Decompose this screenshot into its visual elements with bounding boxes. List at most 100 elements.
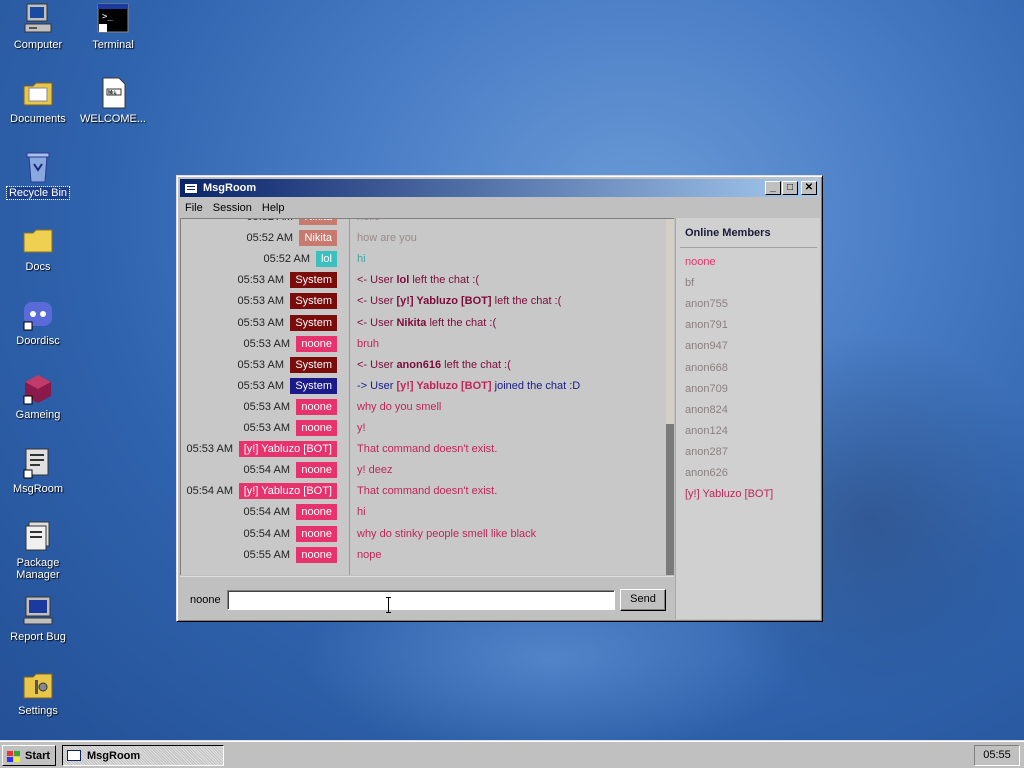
start-label: Start [25,749,51,762]
desktop-icon-doordisc[interactable]: Doordisc [0,298,76,347]
desktop-icon-settings[interactable]: Settings [0,668,76,717]
desktop-icon-label: Terminal [92,39,134,51]
member-item[interactable]: anon947 [685,340,728,352]
member-item[interactable]: anon755 [685,298,728,310]
minimize-button[interactable]: _ [765,181,781,195]
menu-session[interactable]: Session [208,202,257,214]
message-text: nope [357,549,381,561]
message-username-badge[interactable]: noone [296,504,337,521]
folder-documents-icon [21,76,55,110]
recycle-bin-icon [21,150,55,184]
send-button[interactable]: Send [620,589,666,611]
chat-log[interactable]: 05:52 AM Nikita hello 05:52 AM Nikita how are… [180,218,674,575]
message-username-badge[interactable]: [y!] Yabluzo [BOT] [238,441,337,458]
member-item[interactable]: [y!] Yabluzo [BOT] [685,488,773,500]
message-username-badge[interactable]: System [290,314,337,331]
start-button[interactable]: Start [2,745,56,766]
member-item[interactable]: anon791 [685,319,728,331]
message-username-badge[interactable]: System [290,377,337,394]
message-text: <- User Nikita left the chat :( [357,317,496,329]
member-item[interactable]: anon824 [685,404,728,416]
member-item[interactable]: anon124 [685,425,728,437]
message-text-part: <- User [357,274,397,287]
message-username-badge[interactable]: lol [315,251,337,268]
desktop-icon-label: Report Bug [10,631,66,643]
menu-file[interactable]: File [180,202,208,214]
message-row: 05:53 AM noone y! [181,419,671,438]
message-username-badge[interactable]: System [290,356,337,373]
message-username-mention: [y!] Yabluzo [BOT] [396,295,492,308]
message-username-badge[interactable]: noone [296,462,337,479]
desktop-icon-welcome[interactable]: M↓ WELCOME... [75,76,151,125]
taskbar-item-msgroom[interactable]: MsgRoom [62,745,224,766]
composer-username-label: noone [190,594,221,606]
desktop-icon-msgroom[interactable]: MsgRoom [0,446,76,495]
desktop-icon-label: Computer [13,39,63,51]
message-timestamp: 05:53 AM [243,337,290,350]
message-username-badge[interactable]: noone [296,546,337,563]
message-text: y! [357,422,366,434]
close-button[interactable]: ✕ [801,181,817,195]
cube-icon [21,372,55,406]
message-text: <- User anon616 left the chat :( [357,359,511,371]
message-text: <- User [y!] Yabluzo [BOT] left the chat… [357,295,561,307]
message-username-mention: [y!] Yabluzo [BOT] [396,379,492,392]
message-timestamp: 05:54 AM [186,485,233,498]
svg-text:M↓: M↓ [108,90,117,96]
desktop-icon-recycle-bin[interactable]: Recycle Bin [0,150,76,200]
member-item[interactable]: bf [685,277,694,289]
message-input[interactable] [227,590,615,610]
system-clock: 05:55 [974,745,1020,766]
message-text-part: left the chat :( [409,274,479,287]
message-username-badge[interactable]: noone [296,525,337,542]
member-item[interactable]: anon626 [685,467,728,479]
desktop-icon-package-manager[interactable]: Package Manager [0,520,76,581]
message-username-mention: lol [396,274,410,287]
computer-icon [21,2,55,36]
members-divider [680,247,817,248]
desktop-icon-terminal[interactable]: >_ Terminal [75,2,151,51]
message-username-badge[interactable]: noone [296,335,337,352]
message-row: 05:53 AM System -> User [y!] Yabluzo [BOT]… [181,377,671,396]
message-username-badge[interactable]: Nikita [299,219,337,225]
message-username-badge[interactable]: noone [296,420,337,436]
message-text-part: bruh [357,337,380,350]
message-username-badge[interactable]: System [290,293,337,310]
message-timestamp: 05:53 AM [243,400,290,413]
message-timestamp: 05:53 AM [237,274,284,287]
message-username-badge[interactable]: System [290,272,337,289]
message-username-badge[interactable]: Nikita [299,230,337,247]
message-timestamp: 05:54 AM [243,527,290,540]
maximize-button[interactable]: □ [782,181,798,195]
message-text-part: why do you smell [357,400,442,413]
member-item[interactable]: anon287 [685,446,728,458]
desktop-icon-documents[interactable]: Documents [0,76,76,125]
menu-help[interactable]: Help [257,202,290,214]
desktop-icon-label: Recycle Bin [5,186,71,200]
window-titlebar[interactable]: MsgRoom _ □ ✕ [180,179,819,197]
taskbar: Start MsgRoom 05:55 [0,740,1024,768]
message-text-part: hi [357,506,366,519]
message-text: bruh [357,338,379,350]
message-username-badge[interactable]: noone [296,398,337,415]
online-members-panel: Online Members noone bf anon755 anon791 anon… [675,218,820,619]
desktop-icon-gameing[interactable]: Gameing [0,372,76,421]
message-text-part: -> User [357,379,397,392]
message-text: why do you smell [357,401,441,413]
desktop-icon-docs[interactable]: Docs [0,224,76,273]
member-item[interactable]: anon709 [685,383,728,395]
desktop-icon-label: Documents [10,113,66,125]
message-text: why do stinky people smell like black [357,528,536,540]
message-text: That command doesn't exist. [357,443,497,455]
desktop-icon-computer[interactable]: Computer [0,2,76,51]
message-row: 05:53 AM System <- User lol left the chat … [181,271,671,290]
desktop-icon-report-bug[interactable]: Report Bug [0,594,76,643]
member-item[interactable]: noone [685,256,716,268]
member-item[interactable]: anon668 [685,362,728,374]
message-row: 05:53 AM noone bruh [181,335,671,354]
message-username-badge[interactable]: [y!] Yabluzo [BOT] [238,483,337,500]
scrollbar-thumb[interactable] [666,424,674,575]
desktop-icon-label: Docs [25,261,51,273]
message-row: 05:53 AM System <- User [y!] Yabluzo [BOT]… [181,292,671,311]
package-icon [21,520,55,554]
